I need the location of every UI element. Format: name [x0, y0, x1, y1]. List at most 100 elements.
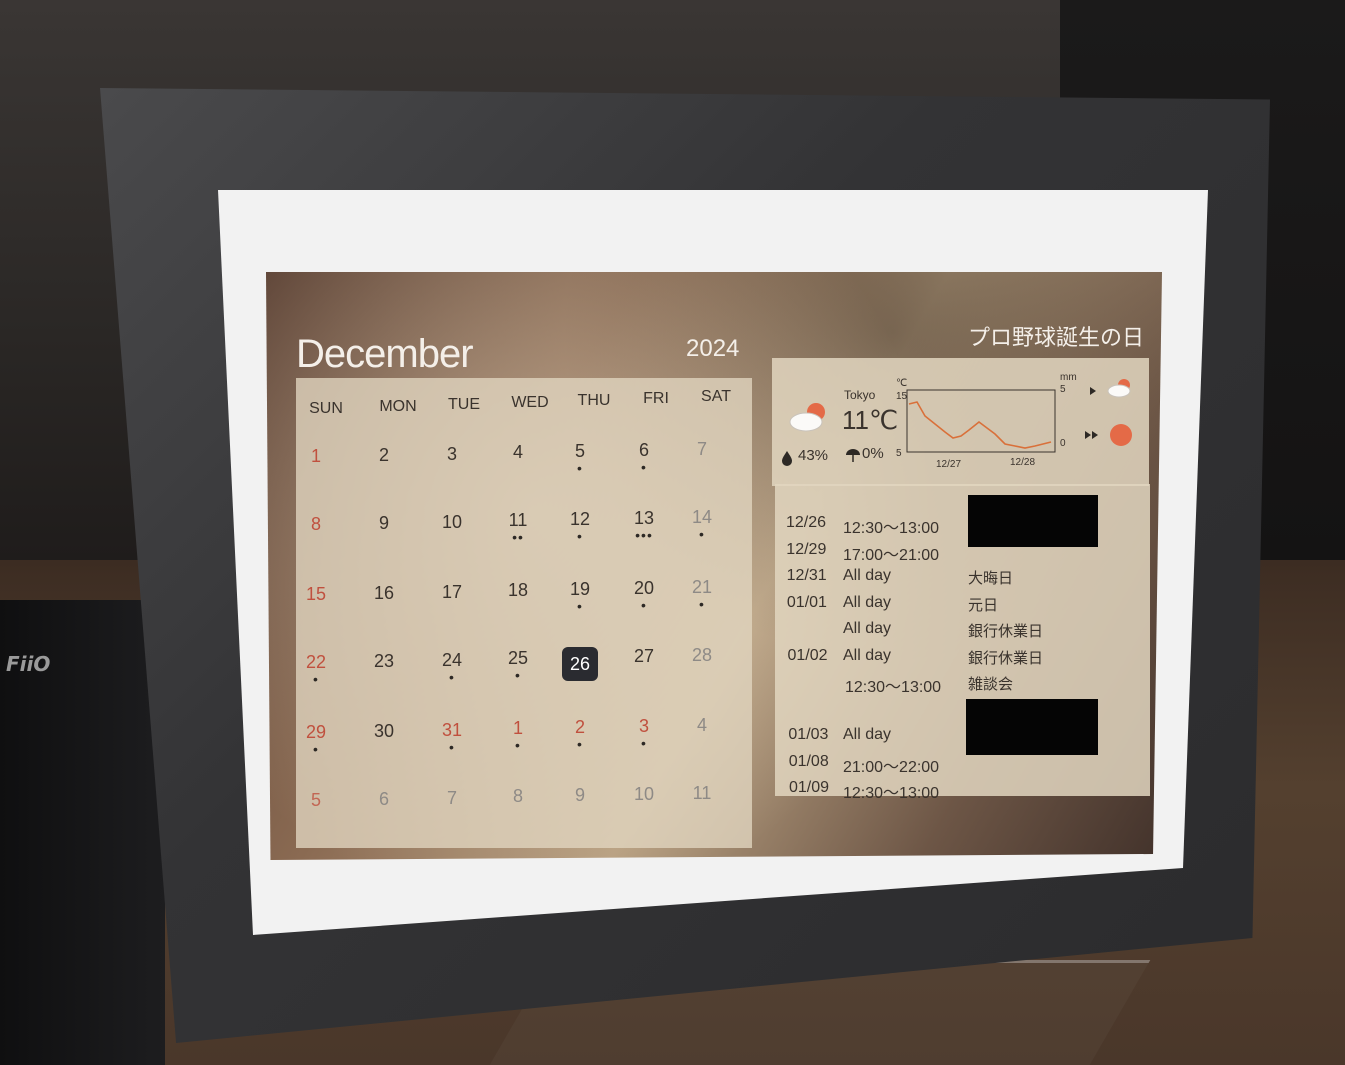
day-cell[interactable]: 7 [682, 439, 722, 460]
day-cell[interactable]: 28 [682, 645, 722, 666]
day-cell[interactable]: 18 [498, 580, 538, 601]
event-dot-indicator: • [577, 528, 583, 545]
weekday-header: WED [511, 394, 549, 411]
chart-temp-unit: ℃ [896, 378, 908, 389]
event-time: All day [843, 726, 892, 743]
event-time: All day [843, 593, 892, 611]
day-cell[interactable]: 5 [560, 441, 600, 462]
weekday-header: FRI [643, 390, 669, 407]
event-title: 銀行休業日 [968, 648, 1044, 667]
day-cell[interactable]: 1 [498, 718, 538, 739]
day-cell[interactable]: 4 [682, 715, 722, 736]
event-dot-indicator: • [515, 737, 521, 754]
chart-x-tick: 12/28 [1010, 457, 1036, 468]
droplet-icon [782, 451, 792, 466]
event-dot-indicator: • [515, 667, 521, 684]
weekday-header: SAT [701, 388, 731, 405]
chart-temp-min: 5 [896, 448, 902, 459]
day-cell[interactable]: 10 [432, 512, 472, 533]
chart-rain-unit: mm [1060, 372, 1077, 383]
event-dot-indicator: ••• [635, 527, 653, 543]
event-dot-indicator: • [313, 741, 319, 757]
day-cell[interactable]: 17 [432, 582, 472, 603]
day-cell[interactable]: 11 [498, 510, 538, 531]
day-cell[interactable]: 29 [296, 722, 336, 743]
day-cell[interactable]: 1 [296, 446, 336, 467]
event-date: 01/03 [788, 726, 829, 743]
day-cell[interactable]: 2 [364, 445, 404, 466]
day-cell[interactable]: 6 [364, 789, 404, 810]
event-dot-indicator: • [641, 597, 647, 613]
day-cell[interactable]: 8 [498, 786, 538, 807]
weekday-header: MON [379, 398, 417, 415]
event-dot-indicator: • [449, 738, 455, 755]
day-cell[interactable]: 6 [624, 440, 664, 461]
event-title: 雑談会 [968, 675, 1014, 693]
month-title: December [296, 332, 474, 376]
day-cell[interactable]: 24 [432, 650, 472, 671]
redacted-block [966, 699, 1098, 755]
day-cell[interactable]: 8 [296, 514, 336, 535]
event-date: 01/01 [786, 593, 827, 611]
fast-forward-icon [1085, 431, 1098, 439]
event-date: 12/26 [786, 514, 827, 531]
partly-cloudy-icon [789, 403, 825, 432]
event-date: 12/31 [786, 567, 827, 584]
day-cell[interactable]: 12 [560, 509, 600, 530]
event-dot-indicator: • [641, 735, 647, 751]
event-dot-indicator: • [577, 460, 583, 477]
day-cell[interactable]: 30 [364, 721, 404, 742]
day-cell[interactable]: 16 [364, 583, 404, 604]
day-cell[interactable]: 13 [624, 508, 664, 529]
day-cell[interactable]: 7 [432, 788, 472, 809]
day-cell[interactable]: 27 [624, 646, 664, 667]
day-cell[interactable]: 9 [560, 785, 600, 806]
day-cell[interactable]: 25 [498, 648, 538, 669]
event-date: 01/09 [789, 779, 830, 796]
event-dot-indicator: • [313, 671, 319, 687]
event-time: 17:00〜21:00 [843, 546, 940, 564]
day-cell[interactable]: 9 [364, 513, 404, 534]
day-cell-today[interactable]: 26 [562, 647, 598, 682]
redacted-block [968, 495, 1098, 547]
weather-city: Tokyo [844, 388, 876, 402]
weather-temperature: 11℃ [842, 405, 899, 435]
play-icon [1090, 387, 1096, 395]
day-cell[interactable]: 4 [498, 442, 538, 463]
chart-x-tick: 12/27 [936, 459, 962, 470]
event-title: 大晦日 [968, 569, 1014, 587]
event-dot-indicator: • [577, 598, 583, 615]
day-cell[interactable]: 3 [432, 444, 472, 465]
umbrella-icon [846, 449, 860, 462]
weekday-header: THU [577, 392, 611, 409]
holiday-label: プロ野球誕生の日 [968, 326, 1145, 351]
event-time: All day [843, 567, 892, 584]
day-cell[interactable]: 22 [296, 652, 336, 673]
event-dot-indicator: • [641, 459, 647, 475]
event-date: 01/08 [788, 752, 829, 770]
day-cell[interactable]: 21 [682, 577, 722, 598]
day-cell[interactable]: 14 [682, 507, 722, 528]
event-date: 12/29 [786, 540, 827, 558]
day-cell[interactable]: 3 [624, 716, 664, 737]
event-dot-indicator: • [699, 595, 705, 612]
day-cell[interactable]: 5 [296, 790, 336, 811]
day-cell[interactable]: 31 [432, 720, 472, 741]
weather-rain-chance: 0% [862, 445, 884, 462]
event-title: 元日 [968, 595, 999, 614]
day-cell[interactable]: 23 [364, 651, 404, 672]
day-cell[interactable]: 15 [296, 584, 336, 605]
cloud-sun-icon [1107, 379, 1131, 398]
day-cell[interactable]: 20 [624, 578, 664, 599]
temperature-chart [906, 389, 1056, 453]
event-time: 12:30〜13:00 [843, 785, 940, 802]
event-dot-indicator: • [449, 668, 455, 685]
day-cell[interactable]: 19 [560, 579, 600, 600]
event-date: 01/02 [787, 646, 828, 664]
event-time: All day [843, 646, 892, 664]
day-cell[interactable]: 11 [682, 783, 722, 804]
chart-rain-min: 0 [1060, 438, 1066, 449]
day-cell[interactable]: 2 [560, 717, 600, 738]
weekday-header: SUN [309, 400, 343, 417]
day-cell[interactable]: 10 [624, 784, 664, 805]
